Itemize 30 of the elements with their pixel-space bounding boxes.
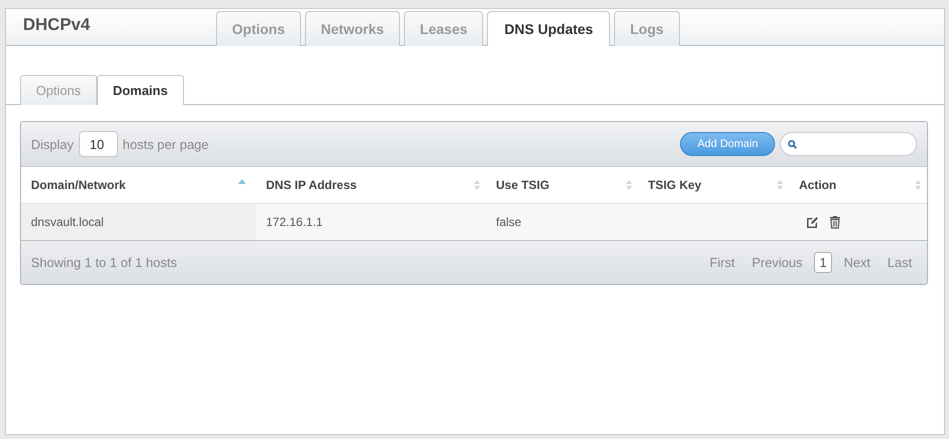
pagination-link[interactable]: Next	[838, 252, 876, 273]
subtab[interactable]: Options	[20, 75, 97, 105]
column-header[interactable]: Action	[789, 167, 927, 203]
tab[interactable]: Networks	[304, 11, 400, 46]
search-icon	[788, 140, 797, 148]
add-domain-button[interactable]: Add Domain	[680, 132, 775, 156]
table-cell: dnsvault.local	[31, 215, 104, 229]
tab[interactable]: Leases	[404, 11, 484, 46]
edit-icon[interactable]	[806, 216, 819, 228]
table-cell: false	[496, 215, 522, 229]
display-label: Display	[31, 136, 74, 152]
pagination-link[interactable]: 1	[814, 252, 832, 273]
per-page-label: hosts per page	[122, 136, 209, 152]
tab[interactable]: Options	[216, 11, 301, 46]
subtab[interactable]: Domains	[96, 75, 184, 105]
search-field[interactable]	[780, 132, 917, 156]
pagination-link[interactable]: Last	[882, 252, 917, 273]
results-info: Showing 1 to 1 of 1 hosts	[31, 255, 177, 270]
column-header[interactable]: Domain/Network	[21, 167, 256, 203]
app-title: DHCPv4	[22, 15, 92, 36]
page-size-field[interactable]: 10	[78, 131, 118, 157]
column-header[interactable]: DNS IP Address	[256, 167, 486, 203]
column-header[interactable]: Use TSIG	[486, 167, 638, 203]
column-header[interactable]: TSIG Key	[638, 167, 789, 203]
pagination-link[interactable]: Previous	[746, 252, 808, 273]
tab[interactable]: DNS Updates	[487, 11, 610, 46]
tab[interactable]: Logs	[614, 11, 680, 46]
pagination-link[interactable]: First	[704, 252, 740, 273]
trash-icon[interactable]	[829, 215, 841, 229]
table-cell: 172.16.1.1	[266, 215, 323, 229]
